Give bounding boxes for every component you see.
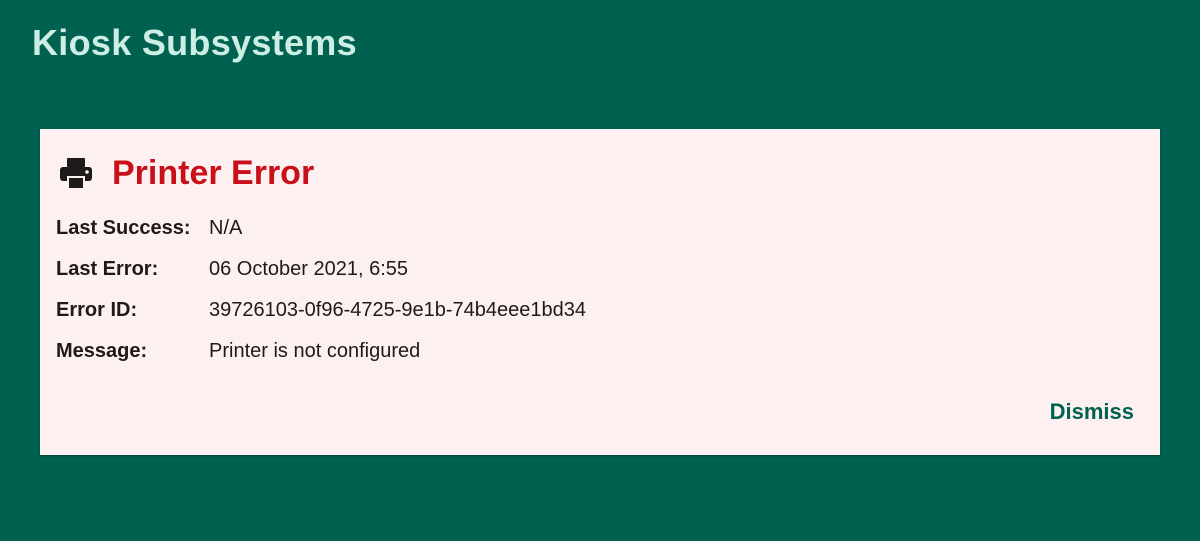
detail-value: N/A bbox=[209, 217, 243, 239]
dismiss-button[interactable]: Dismiss bbox=[1050, 399, 1134, 425]
detail-value: 06 October 2021, 6:55 bbox=[209, 258, 409, 280]
detail-label: Message: bbox=[56, 340, 148, 362]
detail-row-last-error: Last Error: 06 October 2021, 6:55 bbox=[56, 258, 586, 299]
detail-value: 39726103-0f96-4725-9e1b-74b4eee1bd34 bbox=[209, 299, 587, 321]
printer-icon bbox=[58, 155, 94, 191]
card-header: Printer Error bbox=[58, 153, 314, 193]
error-details: Last Success: N/A Last Error: 06 October… bbox=[56, 217, 586, 381]
detail-label: Last Error: bbox=[56, 258, 159, 280]
card-title: Printer Error bbox=[112, 154, 315, 192]
detail-label: Last Success: bbox=[56, 217, 191, 239]
detail-label: Error ID: bbox=[56, 299, 138, 321]
printer-error-card: Printer Error Last Success: N/A Last Err… bbox=[40, 129, 1160, 455]
detail-row-last-success: Last Success: N/A bbox=[56, 217, 586, 258]
detail-value: Printer is not configured bbox=[209, 340, 421, 362]
page-title: Kiosk Subsystems bbox=[32, 22, 357, 63]
detail-row-message: Message: Printer is not configured bbox=[56, 340, 586, 381]
detail-row-error-id: Error ID: 39726103-0f96-4725-9e1b-74b4ee… bbox=[56, 299, 586, 340]
